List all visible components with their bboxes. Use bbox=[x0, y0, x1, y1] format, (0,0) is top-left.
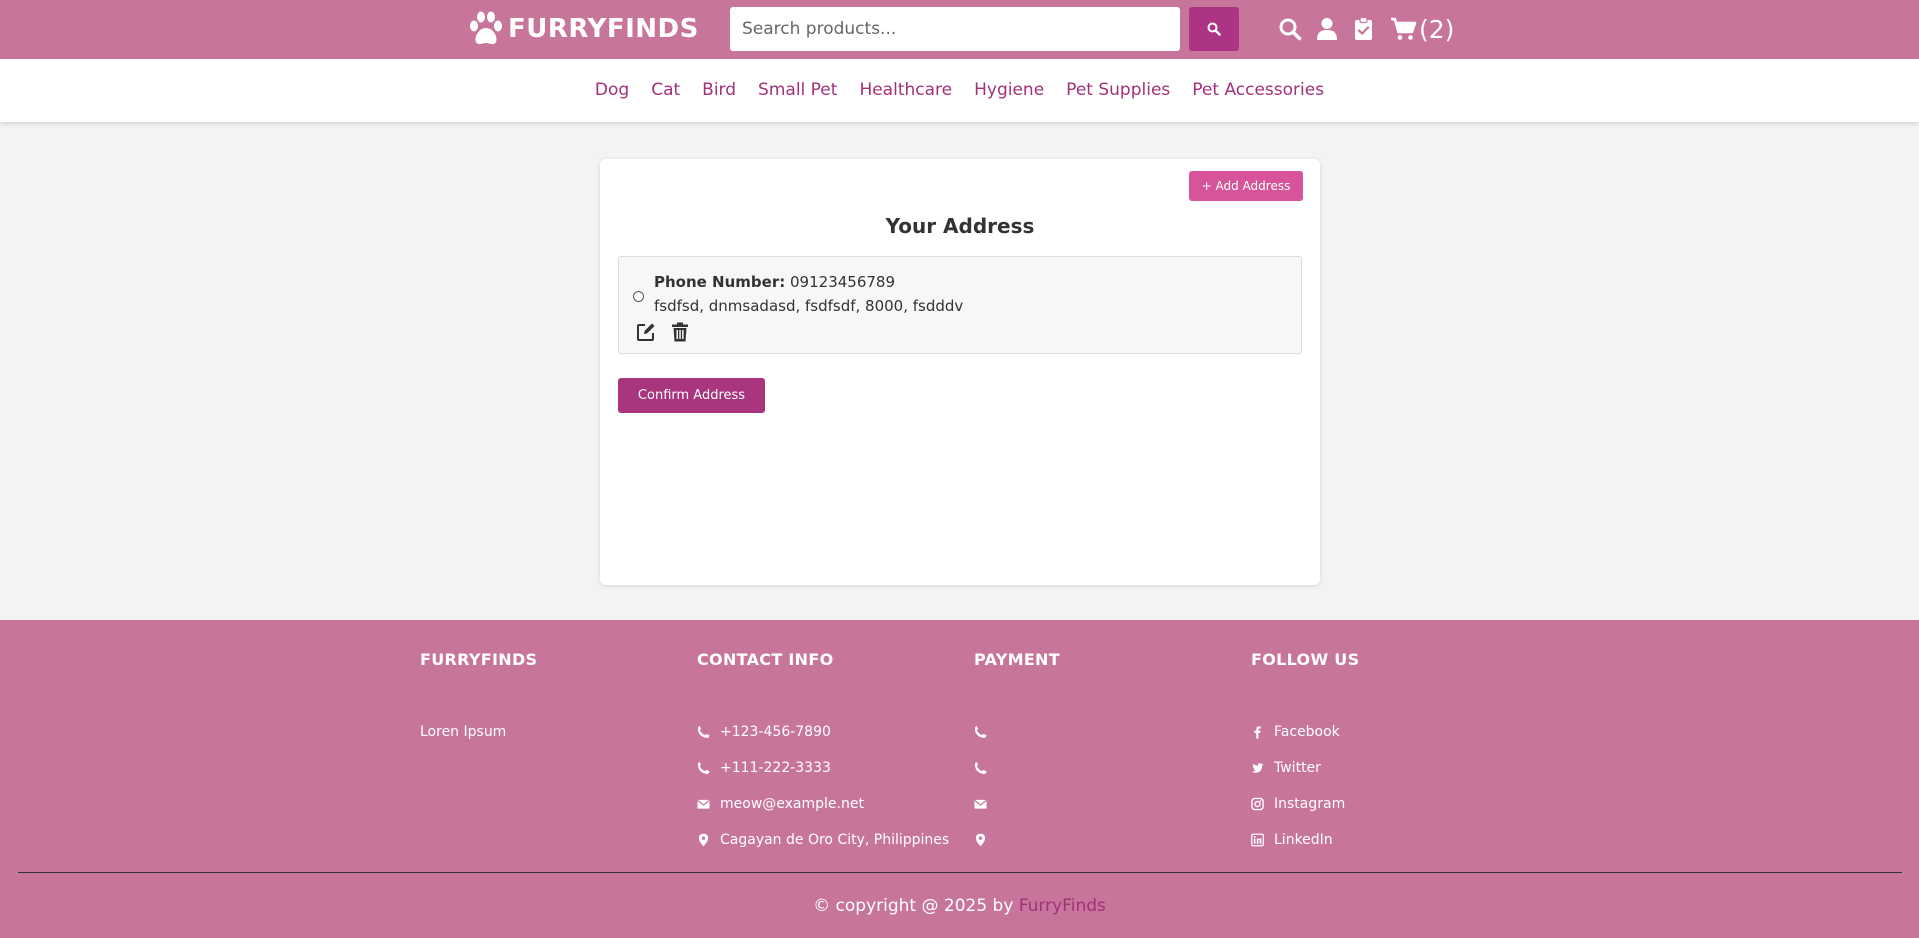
footer-divider bbox=[18, 872, 1902, 873]
nav-item-pet-accessories[interactable]: Pet Accessories bbox=[1192, 80, 1324, 100]
footer-brand-title: FURRYFINDS bbox=[420, 650, 538, 669]
nav-item-healthcare[interactable]: Healthcare bbox=[859, 80, 952, 100]
contact-phone-1-text: +123-456-7890 bbox=[720, 724, 831, 740]
cart-button[interactable]: (2) bbox=[1390, 13, 1454, 45]
search-button[interactable] bbox=[1189, 7, 1239, 51]
phone-icon bbox=[697, 725, 710, 739]
envelope-icon bbox=[974, 799, 987, 809]
instagram-icon bbox=[1251, 797, 1264, 811]
copyright: © copyright @ 2025 by FurryFinds bbox=[0, 896, 1919, 916]
page-title: Your Address bbox=[885, 214, 1035, 238]
address-select-radio[interactable] bbox=[633, 291, 644, 302]
payment-item-1 bbox=[974, 714, 1234, 750]
envelope-icon bbox=[697, 799, 710, 809]
user-account-button[interactable] bbox=[1316, 13, 1338, 45]
cart-icon bbox=[1391, 17, 1417, 40]
contact-email[interactable]: meow@example.net bbox=[697, 786, 957, 822]
map-marker-icon bbox=[975, 833, 986, 847]
social-link-facebook[interactable]: Facebook bbox=[1251, 714, 1511, 750]
orders-button[interactable] bbox=[1354, 13, 1373, 45]
footer-payment-title: PAYMENT bbox=[974, 650, 1060, 669]
footer-col-contact: CONTACT INFO +123-456-7890 +111-222-3333… bbox=[697, 650, 957, 858]
search-icon bbox=[1279, 18, 1302, 41]
footer-brand-text: Loren Ipsum bbox=[420, 724, 507, 740]
site-footer: FURRYFINDS Loren Ipsum CONTACT INFO +123… bbox=[0, 620, 1919, 938]
search-icon bbox=[1207, 22, 1221, 36]
contact-phone-2-text: +111-222-3333 bbox=[720, 760, 831, 776]
copyright-text: © copyright @ 2025 by bbox=[813, 896, 1014, 916]
contact-location[interactable]: Cagayan de Oro City, Philippines bbox=[697, 822, 957, 858]
phone-icon bbox=[697, 761, 710, 775]
payment-item-3 bbox=[974, 786, 1234, 822]
clipboard-check-icon bbox=[1355, 17, 1372, 40]
twitter-icon bbox=[1251, 763, 1264, 773]
social-link-linkedin[interactable]: LinkedIn bbox=[1251, 822, 1511, 858]
search-toggle-button[interactable] bbox=[1278, 13, 1302, 45]
contact-phone-2[interactable]: +111-222-3333 bbox=[697, 750, 957, 786]
facebook-icon bbox=[1254, 726, 1261, 739]
social-link-twitter[interactable]: Twitter bbox=[1251, 750, 1511, 786]
footer-col-payment: PAYMENT bbox=[974, 650, 1234, 858]
footer-col-social: FOLLOW US Facebook Twitter Instagram Lin… bbox=[1251, 650, 1511, 858]
payment-item-2 bbox=[974, 750, 1234, 786]
copyright-brand-link[interactable]: FurryFinds bbox=[1019, 896, 1106, 916]
edit-icon[interactable] bbox=[636, 322, 656, 342]
address-entry[interactable]: Phone Number: 09123456789 fsdfsd, dnmsad… bbox=[618, 256, 1302, 354]
map-marker-icon bbox=[698, 833, 709, 847]
top-header: FURRYFINDS (2) bbox=[0, 0, 1919, 59]
cart-count: (2) bbox=[1419, 14, 1455, 44]
nav-item-dog[interactable]: Dog bbox=[595, 80, 629, 100]
address-phone: Phone Number: 09123456789 bbox=[654, 273, 895, 291]
trash-icon[interactable] bbox=[671, 322, 689, 342]
confirm-address-button[interactable]: Confirm Address bbox=[618, 378, 765, 413]
nav-item-hygiene[interactable]: Hygiene bbox=[974, 80, 1044, 100]
linkedin-icon bbox=[1251, 833, 1264, 847]
footer-contact-title: CONTACT INFO bbox=[697, 650, 834, 669]
social-link-instagram[interactable]: Instagram bbox=[1251, 786, 1511, 822]
phone-icon bbox=[974, 761, 987, 775]
footer-col-brand: FURRYFINDS Loren Ipsum bbox=[420, 650, 680, 750]
social-instagram-label: Instagram bbox=[1274, 796, 1346, 812]
social-facebook-label: Facebook bbox=[1274, 724, 1340, 740]
paw-icon bbox=[470, 11, 502, 45]
logo-text: FURRYFINDS bbox=[508, 14, 699, 44]
phone-icon bbox=[974, 725, 987, 739]
nav-item-pet-supplies[interactable]: Pet Supplies bbox=[1066, 80, 1170, 100]
contact-phone-1[interactable]: +123-456-7890 bbox=[697, 714, 957, 750]
nav-item-cat[interactable]: Cat bbox=[651, 80, 680, 100]
phone-label: Phone Number: bbox=[654, 273, 786, 291]
footer-social-title: FOLLOW US bbox=[1251, 650, 1360, 669]
address-card: + Add Address Your Address Phone Number:… bbox=[600, 159, 1320, 585]
address-text: fsdfsd, dnmsadasd, fsdfsdf, 8000, fsdddv bbox=[654, 297, 964, 315]
contact-location-text: Cagayan de Oro City, Philippines bbox=[720, 832, 950, 848]
payment-item-4 bbox=[974, 822, 1234, 858]
add-address-button[interactable]: + Add Address bbox=[1189, 171, 1303, 201]
user-icon bbox=[1317, 18, 1337, 40]
category-nav: Dog Cat Bird Small Pet Healthcare Hygien… bbox=[0, 59, 1919, 122]
nav-item-bird[interactable]: Bird bbox=[702, 80, 736, 100]
phone-value: 09123456789 bbox=[790, 273, 895, 291]
social-linkedin-label: LinkedIn bbox=[1274, 832, 1333, 848]
social-twitter-label: Twitter bbox=[1274, 760, 1321, 776]
nav-item-small-pet[interactable]: Small Pet bbox=[758, 80, 837, 100]
contact-email-text: meow@example.net bbox=[720, 796, 864, 812]
search-input[interactable] bbox=[730, 7, 1180, 51]
logo[interactable]: FURRYFINDS bbox=[465, 9, 699, 49]
